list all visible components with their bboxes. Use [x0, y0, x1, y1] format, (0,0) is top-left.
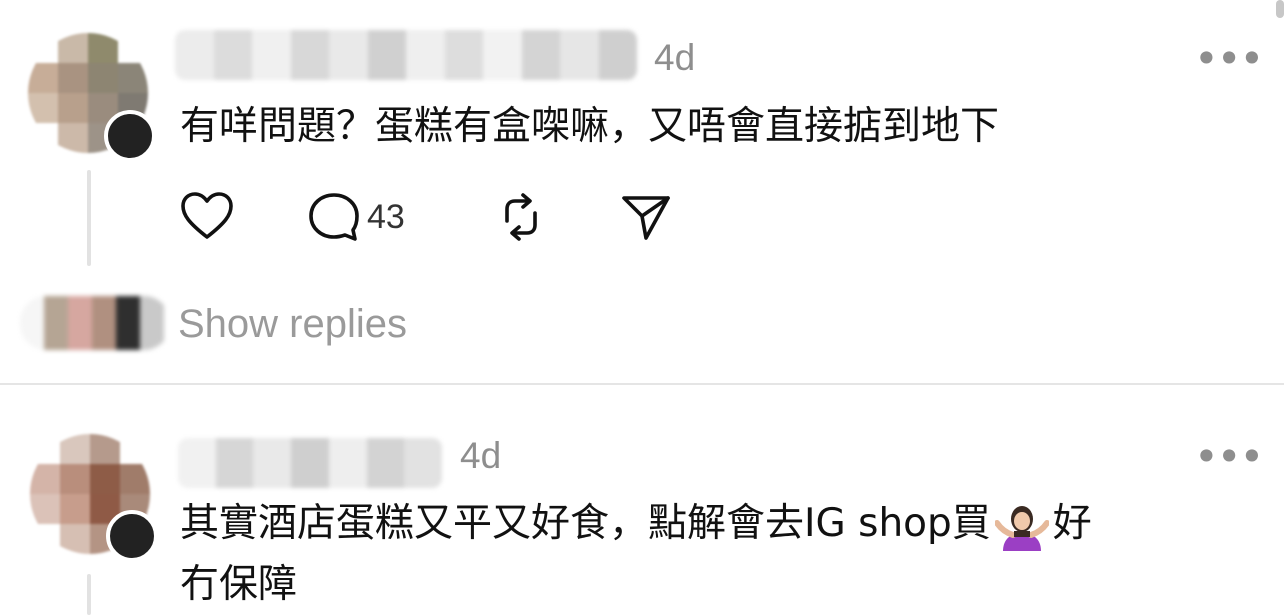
- repost-icon: [505, 193, 537, 241]
- heart-icon: [181, 192, 233, 239]
- comment-text-part: 其實酒店蛋糕又平又好食，點解會去IG shop買: [180, 501, 991, 546]
- comment-timestamp: 4d: [460, 435, 502, 476]
- username[interactable]: [175, 30, 637, 80]
- comment-text-part: 好: [1052, 501, 1092, 546]
- person-shrugging-emoji: [993, 501, 1050, 551]
- follow-badge-icon[interactable]: [106, 510, 158, 562]
- follow-badge-icon[interactable]: [104, 110, 156, 162]
- more-options-icon[interactable]: •••: [1194, 38, 1264, 80]
- reply-avatars[interactable]: [20, 296, 170, 350]
- thread-line: [87, 170, 91, 266]
- thread-line: [87, 574, 91, 615]
- send-icon: [622, 196, 670, 240]
- username[interactable]: [178, 438, 442, 488]
- share-button[interactable]: [620, 192, 672, 242]
- comment-text-line-2: 冇保障: [180, 562, 298, 607]
- show-replies-link[interactable]: Show replies: [178, 302, 407, 347]
- like-button[interactable]: [179, 191, 235, 241]
- comment-divider: [0, 383, 1284, 385]
- comment-text: 有咩問題？蛋糕有盒㗎嘛，又唔會直接掂到地下: [180, 104, 1000, 149]
- reply-count: 43: [367, 197, 405, 236]
- comment-text-line-1: 其實酒店蛋糕又平又好食，點解會去IG shop買 好: [180, 493, 1092, 555]
- scrollbar[interactable]: [1276, 0, 1284, 18]
- comment-button[interactable]: 43: [307, 191, 405, 243]
- more-options-icon[interactable]: •••: [1194, 436, 1264, 478]
- comment-timestamp: 4d: [654, 37, 696, 78]
- repost-button[interactable]: [495, 191, 547, 243]
- comment-bubble-icon: [309, 193, 359, 241]
